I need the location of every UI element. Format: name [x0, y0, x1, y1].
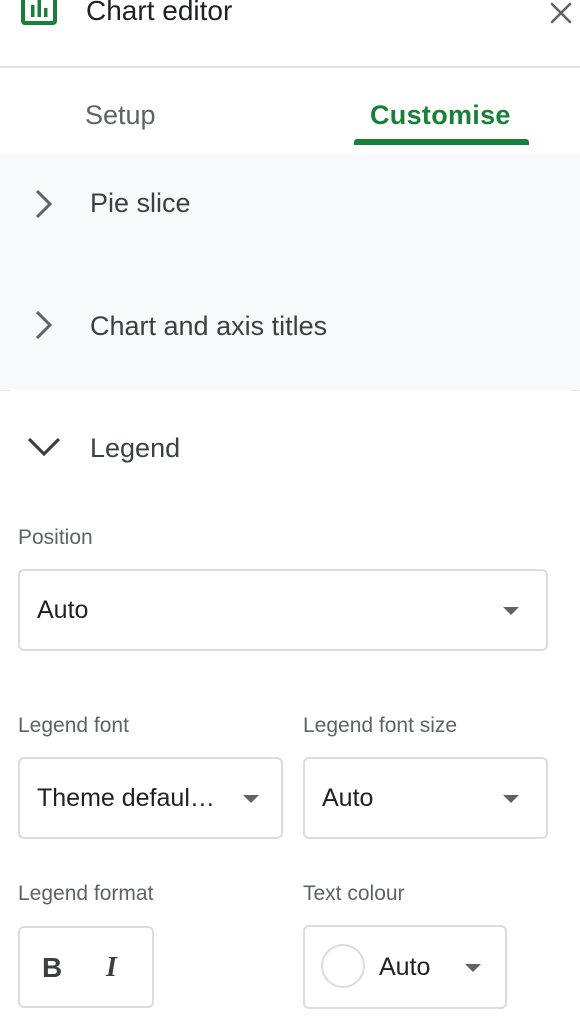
legend-format-toolbar: B I: [18, 926, 154, 1008]
close-icon[interactable]: [548, 0, 574, 26]
legend-section-header[interactable]: Legend: [0, 390, 580, 500]
bold-button[interactable]: B: [42, 952, 62, 984]
active-tab-indicator: [354, 139, 529, 145]
legend-format-label: Legend format: [18, 882, 154, 905]
section-pie-slice[interactable]: Pie slice: [0, 154, 580, 272]
bar-chart-icon: [21, 0, 57, 25]
colour-swatch: [321, 944, 365, 988]
legend-font-dropdown[interactable]: Theme defaul…: [18, 757, 283, 839]
dropdown-arrow-icon: [503, 607, 519, 615]
legend-font-size-label: Legend font size: [303, 714, 458, 737]
chevron-right-icon: [35, 310, 53, 340]
italic-button[interactable]: I: [106, 952, 117, 984]
chart-editor-header: Chart editor: [0, 0, 580, 68]
section-label: Legend: [90, 433, 181, 463]
text-colour-label: Text colour: [303, 882, 405, 905]
editor-tabs: Setup Customise: [0, 68, 580, 154]
section-label: Pie slice: [90, 188, 191, 218]
text-colour-value: Auto: [379, 953, 431, 981]
section-legend: Legend Position Auto Legend font Theme d…: [0, 390, 580, 1030]
position-value: Auto: [37, 596, 89, 624]
tab-setup[interactable]: Setup: [85, 98, 156, 132]
position-dropdown[interactable]: Auto: [18, 569, 548, 651]
dropdown-arrow-icon: [243, 795, 259, 803]
legend-font-label: Legend font: [18, 714, 129, 737]
chevron-down-icon: [27, 437, 61, 457]
legend-font-size-value: Auto: [322, 784, 374, 812]
dropdown-arrow-icon: [503, 795, 519, 803]
position-label: Position: [18, 526, 93, 549]
section-label: Chart and axis titles: [90, 311, 328, 341]
tab-customise[interactable]: Customise: [370, 98, 511, 132]
legend-font-value: Theme defaul…: [37, 784, 215, 812]
dropdown-arrow-icon: [465, 964, 481, 972]
section-chart-axis-titles[interactable]: Chart and axis titles: [0, 272, 580, 391]
legend-font-size-dropdown[interactable]: Auto: [303, 757, 548, 839]
panel-title: Chart editor: [86, 0, 233, 26]
chevron-right-icon: [35, 189, 53, 219]
text-colour-dropdown[interactable]: Auto: [303, 925, 507, 1009]
